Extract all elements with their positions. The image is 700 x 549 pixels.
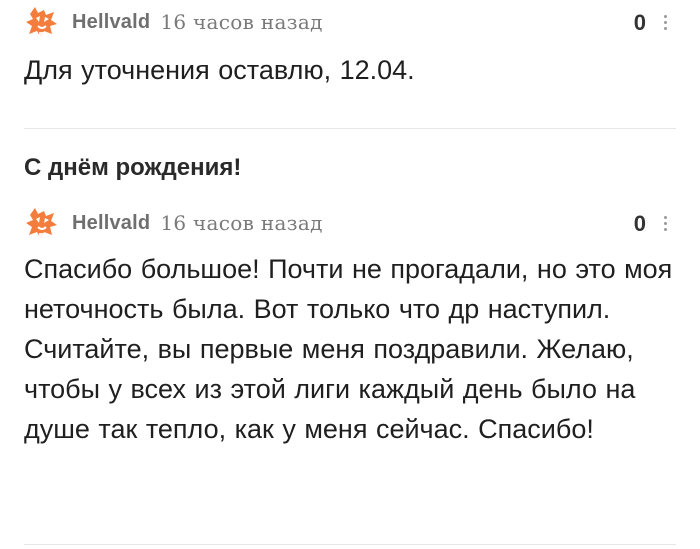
divider bbox=[24, 128, 676, 129]
comment: Hellvald 16 часов назад 0 Для уточнения … bbox=[24, 4, 676, 90]
comment: Hellvald 16 часов назад 0 Спасибо большо… bbox=[24, 205, 676, 449]
comment-time: 16 часов назад bbox=[160, 211, 323, 235]
comment-rating: 0 bbox=[633, 211, 646, 236]
comment-meta: Hellvald 16 часов назад 0 bbox=[24, 4, 676, 40]
more-vertical-icon[interactable] bbox=[660, 8, 670, 36]
author-name[interactable]: Hellvald bbox=[72, 11, 150, 34]
comment-text: Спасибо большое! Почти не прогадали, но … bbox=[24, 254, 673, 444]
quoted-text: С днём рождения! bbox=[24, 154, 242, 181]
fox-avatar-icon[interactable] bbox=[24, 205, 60, 241]
comment-text: Для уточнения оставлю, 12.04. bbox=[24, 55, 415, 85]
fox-avatar-icon[interactable] bbox=[24, 4, 60, 40]
comment-time: 16 часов назад bbox=[160, 10, 323, 34]
comment-meta: Hellvald 16 часов назад 0 bbox=[24, 205, 676, 241]
more-vertical-icon[interactable] bbox=[660, 209, 670, 237]
comment-rating: 0 bbox=[633, 10, 646, 35]
divider bbox=[24, 544, 676, 545]
author-name[interactable]: Hellvald bbox=[72, 212, 150, 235]
